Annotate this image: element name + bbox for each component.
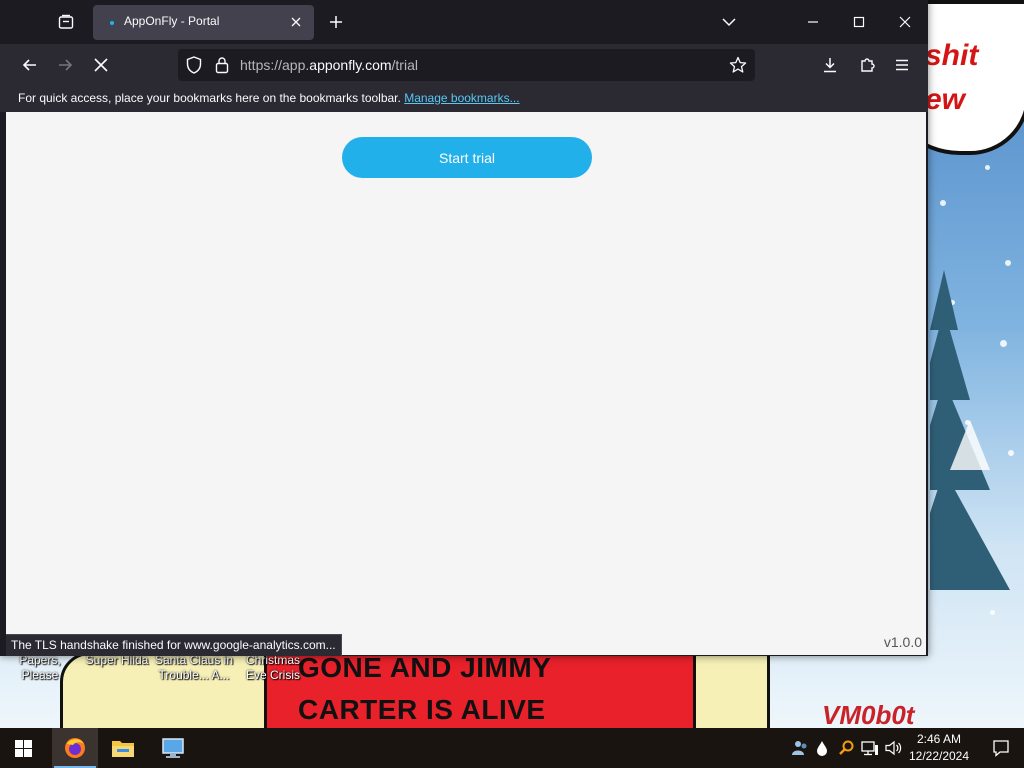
poster-line2: CARTER IS ALIVE [298, 694, 546, 725]
snowflake [985, 165, 990, 170]
version-label: v1.0.0 [883, 634, 922, 650]
extensions-button[interactable] [852, 51, 882, 79]
url-path: /trial [391, 57, 418, 73]
maximize-icon [853, 16, 865, 28]
firefox-view-icon [58, 14, 74, 29]
tray-drop-icon[interactable] [812, 738, 832, 758]
bookmarks-message-text: For quick access, place your bookmarks h… [18, 91, 401, 105]
tab-close-button[interactable] [287, 13, 305, 31]
bookmark-star-button[interactable] [729, 56, 747, 74]
forward-button[interactable] [50, 51, 80, 79]
puzzle-icon [861, 58, 875, 72]
manage-bookmarks-link[interactable]: Manage bookmarks... [404, 91, 519, 105]
tab-apponfly-portal[interactable]: AppOnFly - Portal [93, 5, 314, 40]
poster-line1: GONE AND JIMMY [298, 652, 552, 683]
magnifier-icon [839, 740, 854, 755]
pine-tree-icon [930, 270, 1010, 590]
snowflake [1005, 260, 1011, 266]
folder-icon [112, 741, 134, 757]
new-tab-button[interactable] [322, 8, 350, 36]
firefox-icon [65, 738, 85, 758]
tab-bar: AppOnFly - Portal [0, 0, 928, 44]
tray-volume-icon[interactable] [884, 738, 904, 758]
hamburger-menu-icon [896, 59, 908, 71]
minimize-icon [808, 21, 818, 23]
url-prefix: https://app. [240, 57, 310, 73]
action-center-button[interactable] [978, 728, 1024, 768]
status-panel: The TLS handshake finished for www.googl… [6, 634, 342, 656]
app-menu-button[interactable] [887, 51, 917, 79]
snowflake [990, 610, 995, 615]
bookmarks-message: For quick access, place your bookmarks h… [18, 91, 520, 105]
arrow-right-icon [59, 59, 73, 71]
site-info-button[interactable] [213, 56, 231, 74]
page-content: Start trial v1.0.0 [6, 112, 926, 655]
list-all-tabs-button[interactable] [714, 8, 744, 36]
shield-icon [186, 56, 202, 74]
tray-network-icon[interactable] [860, 738, 880, 758]
watermark: VM0b0t [822, 700, 915, 728]
back-button[interactable] [15, 51, 45, 79]
minimize-button[interactable] [790, 0, 836, 44]
lock-icon [215, 57, 229, 74]
arrow-left-icon [22, 59, 36, 71]
tray-search-icon[interactable] [836, 738, 856, 758]
desktop-icon-santa-claus[interactable]: Santa Claus in Trouble... A... [154, 653, 234, 683]
system-clock[interactable]: 2:46 AM 12/22/2024 [904, 731, 974, 765]
taskbar-firefox[interactable] [52, 728, 98, 768]
cartoon-figure [690, 652, 770, 728]
network-icon [861, 741, 878, 756]
download-icon [824, 58, 836, 73]
computer-icon [162, 738, 184, 758]
tray-user-icon[interactable] [790, 738, 810, 758]
address-bar[interactable]: https://app.apponfly.com/trial [178, 49, 755, 81]
clock-date: 12/22/2024 [908, 749, 970, 763]
firefox-view-button[interactable] [50, 8, 82, 36]
close-icon [899, 16, 911, 28]
desktop-icon-christmas-eve-crisis[interactable]: Christmas Eve Crisis [234, 653, 312, 683]
url-host: apponfly.com [309, 57, 392, 73]
downloads-button[interactable] [815, 51, 845, 79]
snowflake [940, 200, 946, 206]
tracking-protection-button[interactable] [185, 56, 203, 74]
clock-time: 2:46 AM [916, 732, 962, 746]
browser-window: AppOnFly - Portal https://app.apponfly.c… [0, 0, 928, 656]
desktop-icon-papers-please[interactable]: Papers, Please [0, 653, 80, 683]
url-text[interactable]: https://app.apponfly.com/trial [240, 57, 418, 73]
close-window-button[interactable] [882, 0, 928, 44]
taskbar-remote-app[interactable] [150, 728, 196, 768]
taskbar: 2:46 AM 12/22/2024 [0, 728, 1024, 768]
start-trial-button[interactable]: Start trial [342, 137, 592, 178]
stop-loading-button[interactable] [86, 51, 116, 79]
tab-title: AppOnFly - Portal [124, 14, 220, 28]
taskbar-file-explorer[interactable] [100, 728, 146, 768]
windows-logo-icon [14, 739, 32, 757]
close-icon [291, 17, 301, 27]
navigation-toolbar: https://app.apponfly.com/trial [0, 44, 928, 86]
notification-icon [993, 740, 1009, 757]
plus-icon [330, 16, 342, 28]
star-icon [729, 56, 747, 73]
water-drop-icon [817, 741, 827, 756]
bookmarks-toolbar: For quick access, place your bookmarks h… [0, 86, 928, 112]
start-button[interactable] [0, 728, 46, 768]
people-icon [792, 741, 807, 755]
speaker-icon [885, 740, 902, 756]
stop-icon [94, 58, 108, 72]
loading-favicon-icon [110, 21, 114, 25]
chevron-down-icon [722, 18, 736, 27]
maximize-button[interactable] [836, 0, 882, 44]
speech-bubble-text: shit ew [925, 39, 979, 116]
